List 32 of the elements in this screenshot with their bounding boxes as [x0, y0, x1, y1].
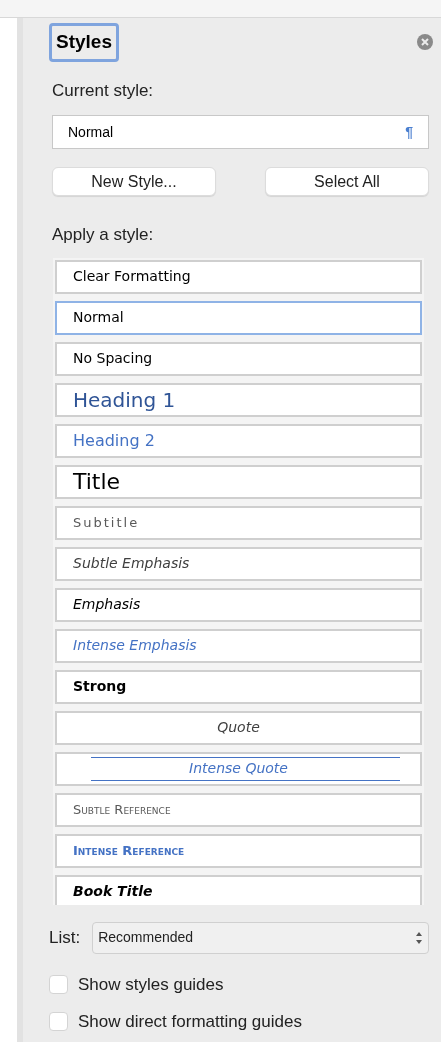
- list-select[interactable]: Recommended: [92, 921, 429, 954]
- style-item[interactable]: Book Title: [55, 874, 422, 905]
- style-item[interactable]: Emphasis: [55, 587, 422, 622]
- section-label: Current style:: [51, 79, 155, 102]
- current-style-field[interactable]: Normal ¶: [52, 115, 429, 149]
- style-item[interactable]: No Spacing: [55, 341, 422, 376]
- stepper-icon: [415, 930, 423, 945]
- style-item[interactable]: Intense Reference: [55, 833, 422, 868]
- style-item[interactable]: Subtitle: [55, 505, 422, 540]
- style-item[interactable]: Heading 2: [55, 423, 422, 458]
- style-item[interactable]: Strong: [55, 669, 422, 704]
- style-item[interactable]: Intense Emphasis: [55, 628, 422, 663]
- style-item[interactable]: Subtle Emphasis: [55, 546, 422, 581]
- close-icon[interactable]: [417, 34, 433, 51]
- panel-button[interactable]: Select All: [265, 167, 429, 196]
- checkbox[interactable]: [49, 974, 68, 994]
- paragraph-mark: ¶: [405, 122, 413, 142]
- style-item[interactable]: Clear Formatting: [55, 259, 422, 294]
- style-item[interactable]: Normal: [55, 300, 422, 335]
- style-item[interactable]: Quote: [55, 710, 422, 745]
- option-label: Show direct formatting guides: [78, 1011, 302, 1033]
- option-label: Show styles guides: [78, 973, 224, 996]
- panel-title: Styles: [49, 23, 119, 62]
- style-item[interactable]: Title: [55, 464, 422, 499]
- style-item[interactable]: Heading 1: [55, 382, 422, 417]
- panel-button[interactable]: New Style...: [52, 167, 216, 196]
- style-item[interactable]: Subtle Reference: [55, 792, 422, 827]
- list-label: List:: [49, 926, 81, 949]
- checkbox[interactable]: [49, 1012, 68, 1032]
- section-label: Apply a style:: [51, 224, 155, 246]
- style-item[interactable]: Intense Quote: [55, 751, 422, 786]
- current-style-value: Normal: [68, 122, 114, 142]
